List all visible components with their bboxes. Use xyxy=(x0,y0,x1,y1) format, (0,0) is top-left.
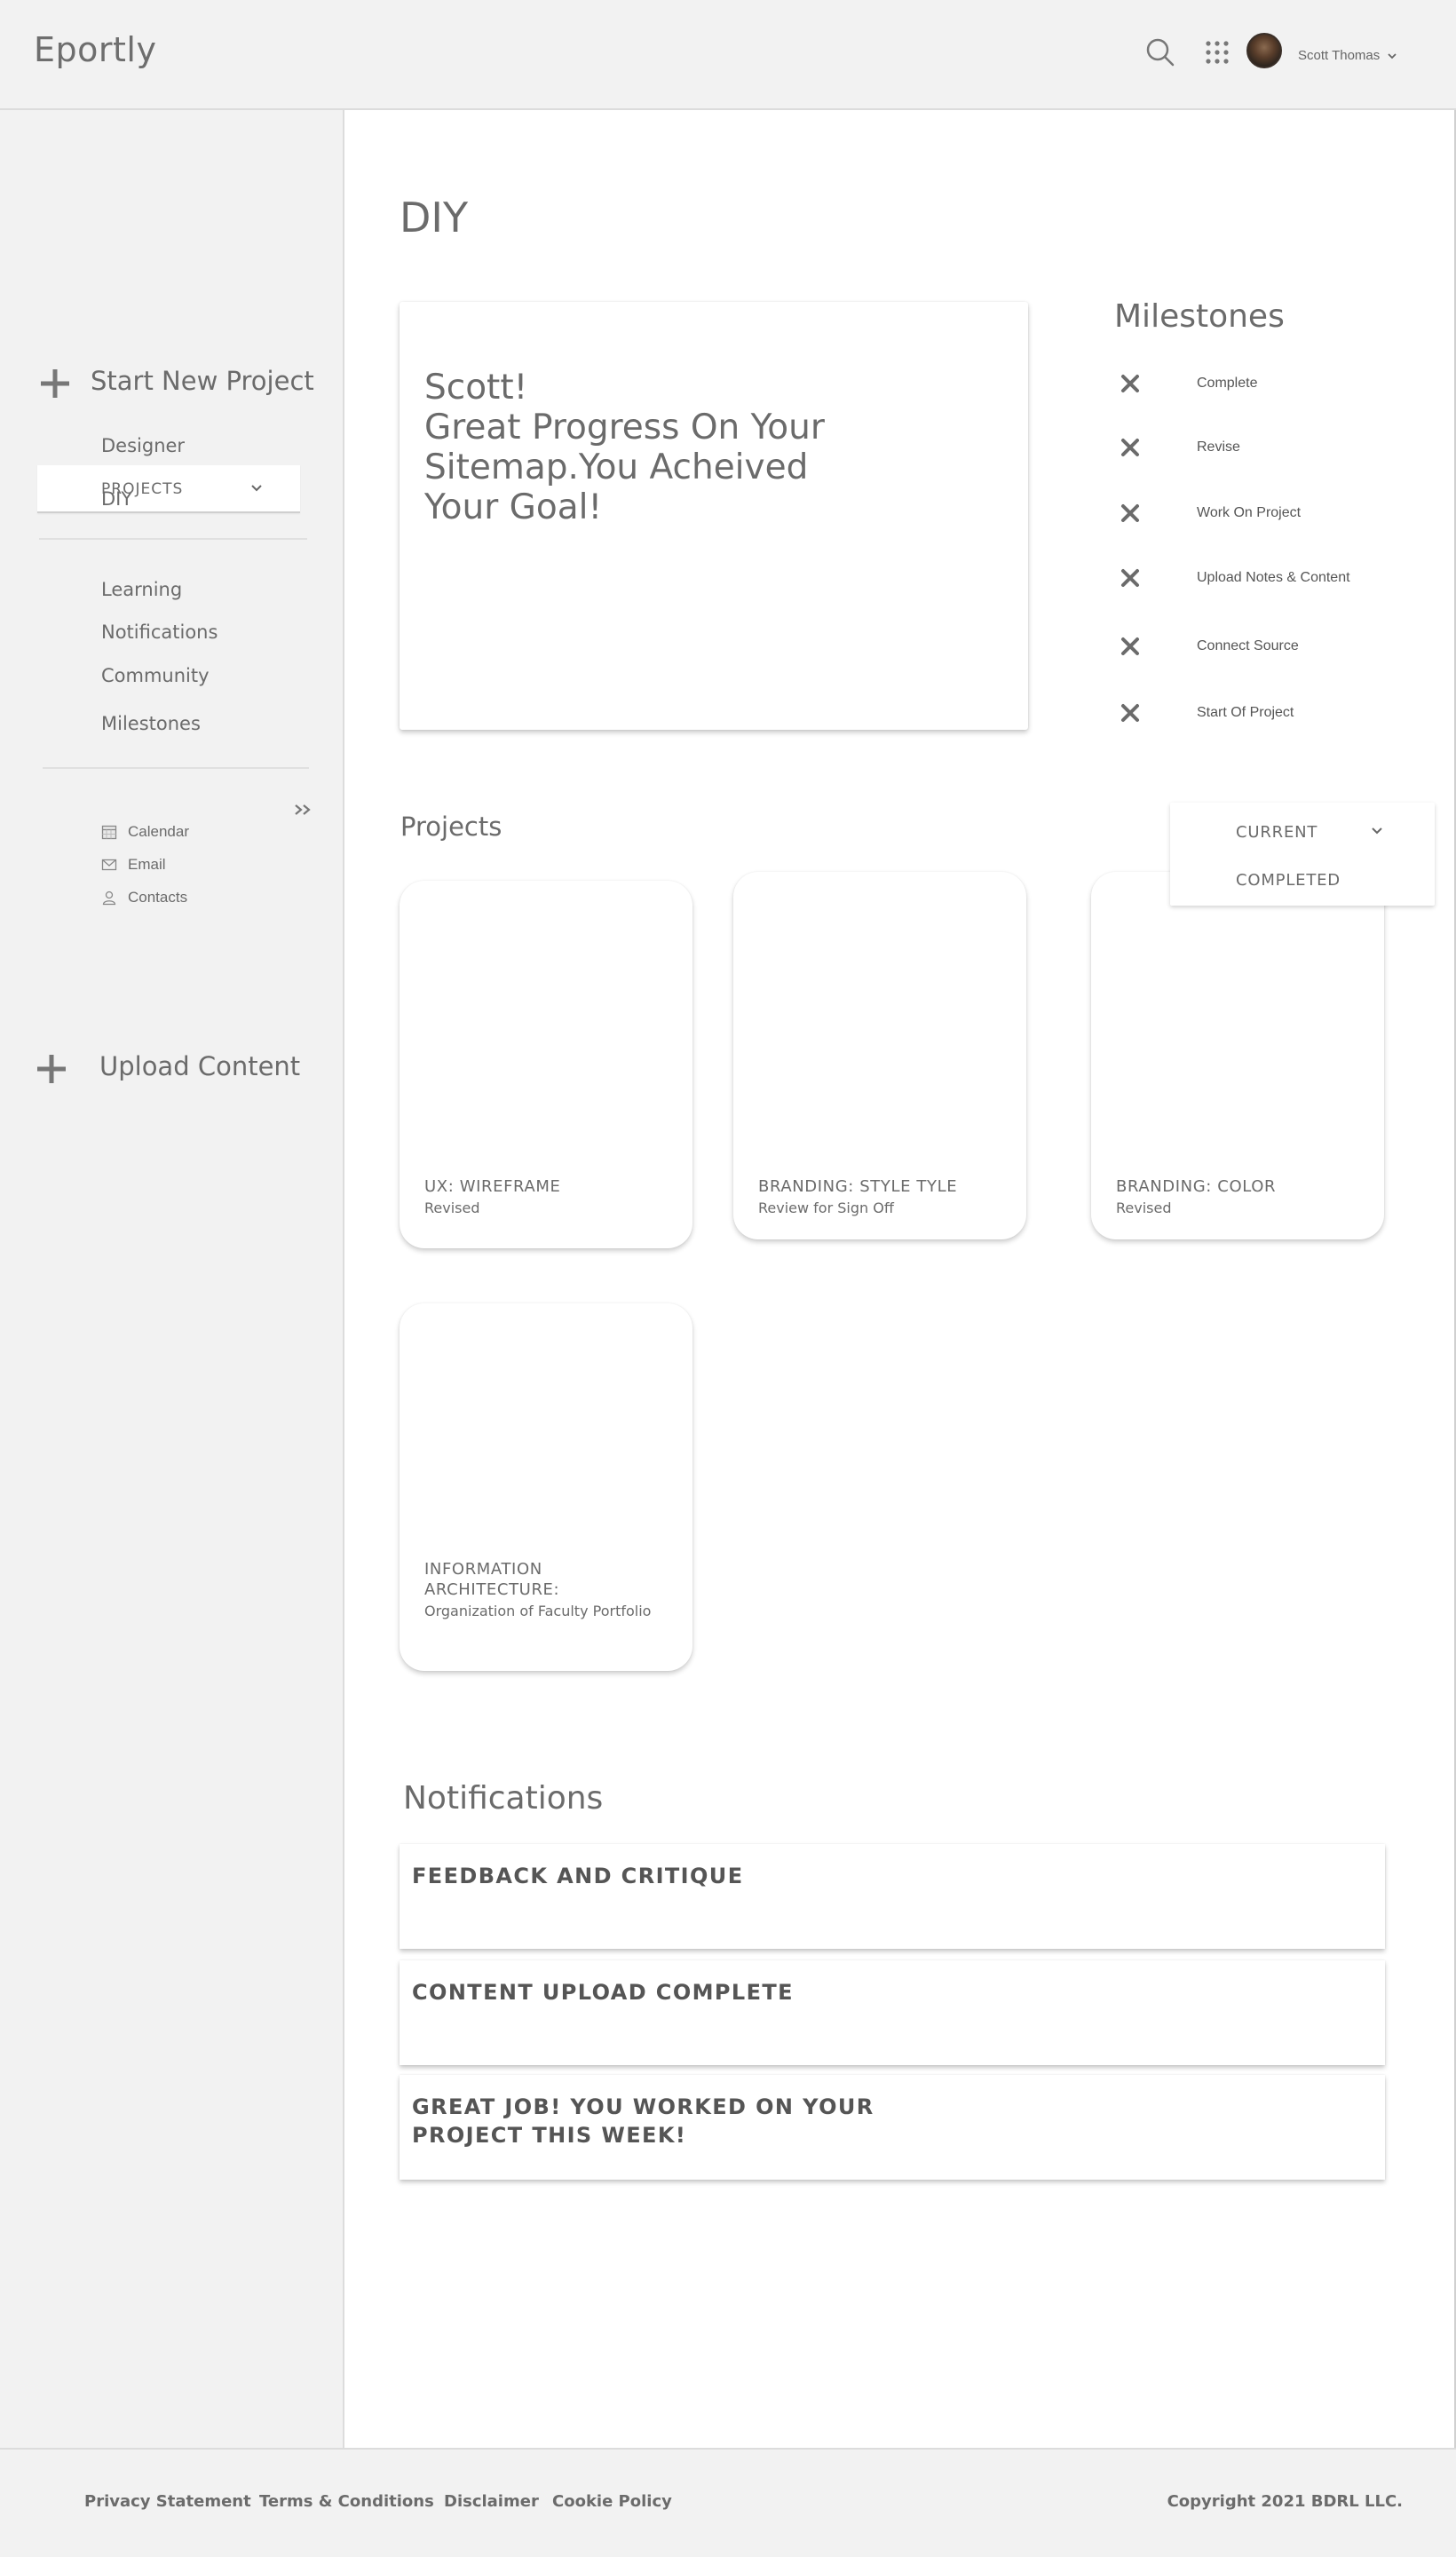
project-card-status: Revised xyxy=(424,1199,480,1216)
milestone-label: Complete xyxy=(1197,376,1258,391)
project-card-status: Organization of Faculty Portfolio xyxy=(424,1603,652,1619)
milestone-label: Upload Notes & Content xyxy=(1197,570,1350,585)
calendar-icon xyxy=(101,825,117,840)
close-x-icon[interactable] xyxy=(1120,703,1140,723)
sidebar-item-notifications[interactable]: Notifications xyxy=(101,621,218,643)
start-new-project-label: Start New Project xyxy=(91,366,314,396)
filter-option-completed[interactable]: COMPLETED xyxy=(1236,871,1341,890)
projects-title: Projects xyxy=(400,811,502,842)
sidebar-divider xyxy=(39,538,307,540)
upload-content-label: Upload Content xyxy=(99,1051,301,1081)
chevron-down-icon[interactable] xyxy=(1371,826,1383,836)
project-card-title: BRANDING: COLOR xyxy=(1116,1177,1277,1196)
avatar[interactable] xyxy=(1246,33,1282,68)
notification-text: FEEDBACK AND CRITIQUE xyxy=(412,1864,744,1888)
footer-link-cookie-policy[interactable]: Cookie Policy xyxy=(552,2492,672,2511)
notification-item[interactable]: FEEDBACK AND CRITIQUE xyxy=(400,1844,1385,1949)
top-header: Eportly Scott Thomas xyxy=(0,0,1456,110)
chevron-down-icon xyxy=(251,485,262,492)
plus-icon xyxy=(37,1055,66,1083)
sidebar-item-email[interactable]: Email xyxy=(101,856,166,874)
email-label: Email xyxy=(128,856,166,873)
sidebar-divider xyxy=(43,767,309,769)
milestone-item: Complete xyxy=(1120,374,1257,393)
sidebar-item-diy[interactable]: DIY xyxy=(101,488,132,510)
contacts-label: Contacts xyxy=(128,889,188,906)
notification-item[interactable]: CONTENT UPLOAD COMPLETE xyxy=(400,1960,1385,2065)
sidebar-item-learning[interactable]: Learning xyxy=(101,579,182,600)
notifications-title: Notifications xyxy=(403,1780,604,1817)
page-title: DIY xyxy=(400,194,469,241)
sidebar-item-calendar[interactable]: Calendar xyxy=(101,823,189,841)
apps-grid-icon[interactable] xyxy=(1204,39,1230,66)
sidebar-item-milestones[interactable]: Milestones xyxy=(101,713,201,734)
sidebar-item-community[interactable]: Community xyxy=(101,665,210,686)
milestone-item: Connect Source xyxy=(1120,637,1299,656)
filter-option-current[interactable]: CURRENT xyxy=(1236,823,1318,842)
projects-select[interactable]: PROJECTS xyxy=(37,465,300,513)
sidebar-item-designer[interactable]: Designer xyxy=(101,435,185,456)
user-name[interactable]: Scott Thomas xyxy=(1298,48,1380,63)
progress-message: Scott! Great Progress On Your Sitemap.Yo… xyxy=(424,368,825,527)
close-x-icon[interactable] xyxy=(1120,503,1140,523)
project-card[interactable]: BRANDING: STYLE TYLE Review for Sign Off xyxy=(733,872,1026,1239)
project-card[interactable]: BRANDING: COLOR Revised xyxy=(1091,872,1384,1239)
search-icon[interactable] xyxy=(1145,37,1175,67)
plus-icon xyxy=(41,369,69,398)
notification-text: CONTENT UPLOAD COMPLETE xyxy=(412,1980,794,2005)
milestone-item: Work On Project xyxy=(1120,503,1301,523)
project-card-title: BRANDING: STYLE TYLE xyxy=(758,1177,958,1196)
milestones-title: Milestones xyxy=(1114,298,1285,335)
project-card[interactable]: UX: WIREFRAME Revised xyxy=(400,881,692,1248)
close-x-icon[interactable] xyxy=(1120,637,1140,656)
app-logo[interactable]: Eportly xyxy=(34,30,156,69)
notification-text: GREAT JOB! YOU WORKED ON YOUR PROJECT TH… xyxy=(412,2094,874,2148)
chevron-down-icon[interactable] xyxy=(1388,51,1397,60)
footer-link-terms[interactable]: Terms & Conditions xyxy=(259,2492,434,2511)
copyright: Copyright 2021 BDRL LLC. xyxy=(1167,2492,1403,2511)
sidebar: Start New Project PROJECTS Designer DIY … xyxy=(0,110,344,2449)
email-icon xyxy=(101,859,117,871)
milestone-item: Upload Notes & Content xyxy=(1120,568,1350,588)
milestone-item: Start Of Project xyxy=(1120,703,1294,723)
project-card[interactable]: INFORMATION ARCHITECTURE: Organization o… xyxy=(400,1303,692,1671)
milestone-label: Connect Source xyxy=(1197,638,1299,653)
sidebar-item-contacts[interactable]: Contacts xyxy=(101,889,187,906)
footer: Privacy Statement Terms & Conditions Dis… xyxy=(0,2448,1456,2557)
notification-item[interactable]: GREAT JOB! YOU WORKED ON YOUR PROJECT TH… xyxy=(400,2075,1385,2180)
milestone-item: Revise xyxy=(1120,438,1240,457)
project-card-status: Revised xyxy=(1116,1199,1172,1216)
project-card-title: INFORMATION ARCHITECTURE: xyxy=(424,1560,560,1599)
milestone-label: Start Of Project xyxy=(1197,705,1294,720)
milestone-label: Revise xyxy=(1197,439,1240,455)
close-x-icon[interactable] xyxy=(1120,438,1140,457)
milestone-label: Work On Project xyxy=(1197,505,1302,520)
footer-link-disclaimer[interactable]: Disclaimer xyxy=(444,2492,539,2511)
close-x-icon[interactable] xyxy=(1120,568,1140,588)
close-x-icon[interactable] xyxy=(1120,374,1140,393)
project-card-status: Review for Sign Off xyxy=(758,1199,894,1216)
contacts-icon xyxy=(102,891,116,906)
project-filter-dropdown[interactable]: CURRENT COMPLETED xyxy=(1170,803,1435,906)
progress-message-card: Scott! Great Progress On Your Sitemap.Yo… xyxy=(400,302,1028,730)
double-chevron-right-icon[interactable] xyxy=(293,803,314,817)
calendar-label: Calendar xyxy=(128,823,189,840)
footer-link-privacy[interactable]: Privacy Statement xyxy=(84,2492,251,2511)
project-card-title: UX: WIREFRAME xyxy=(424,1177,561,1196)
